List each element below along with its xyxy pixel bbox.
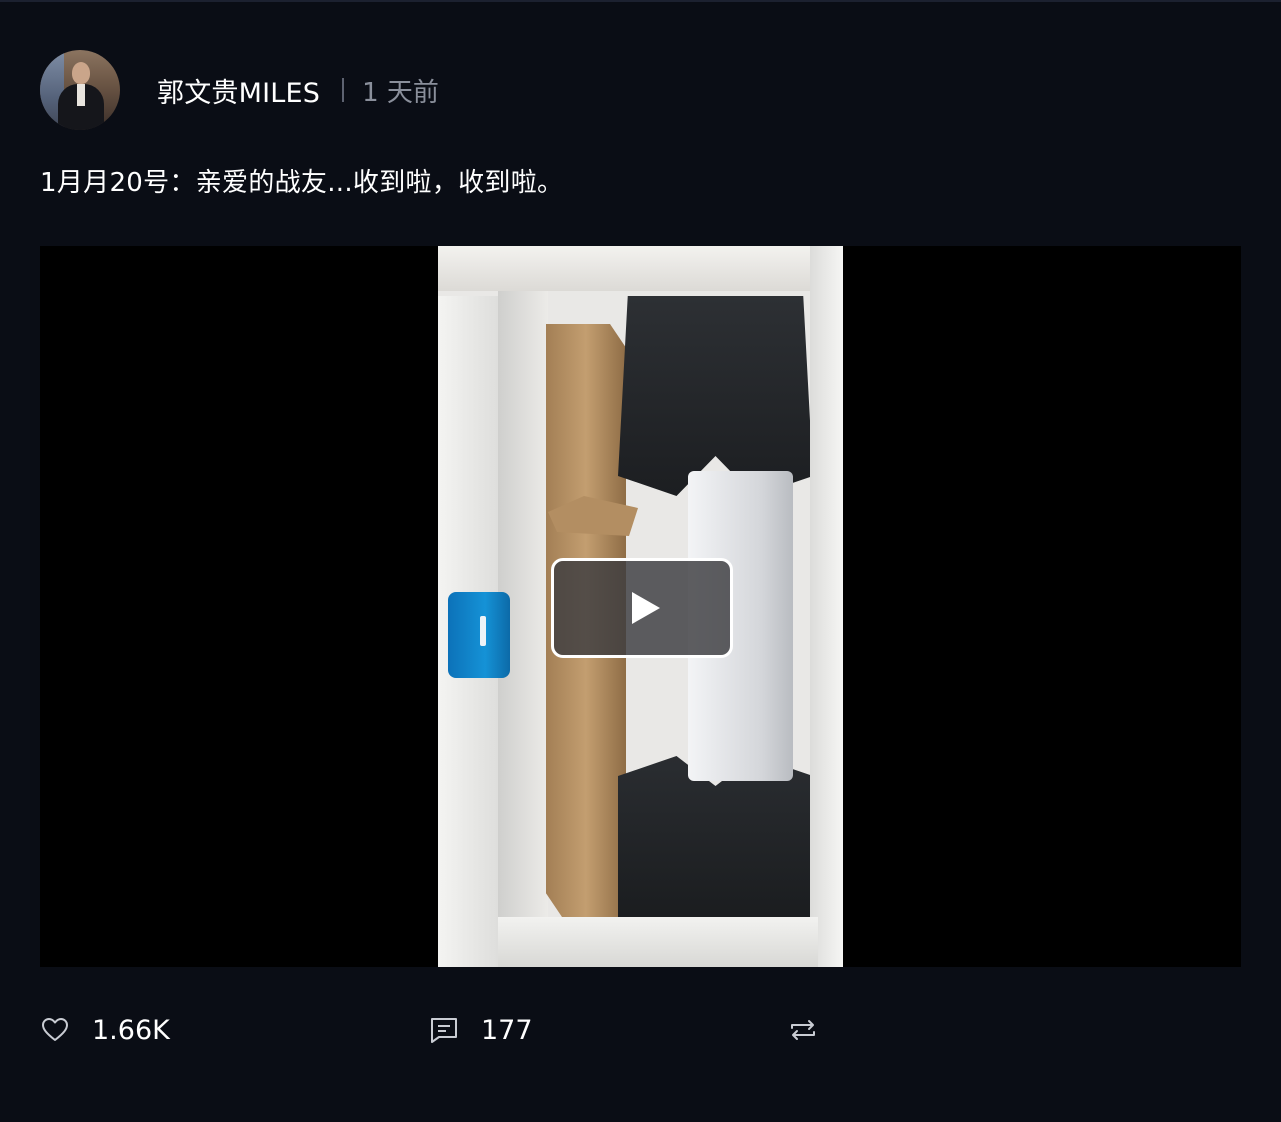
post-actions: 1.66K 177 [40, 1008, 1241, 1052]
packing-tray-top [618, 296, 813, 496]
post-header: 郭文贵MILES 1 天前 [40, 50, 439, 130]
post-text: 1月月20号：亲爱的战友...收到啦，收到啦。 [40, 168, 564, 198]
comment-count: 177 [481, 1014, 533, 1046]
box-outer-wall [810, 246, 843, 967]
like-count: 1.66K [92, 1014, 170, 1046]
avatar-figure-shirt [77, 84, 85, 106]
comment-button[interactable]: 177 [429, 1008, 533, 1052]
box-bottom-flap [498, 917, 818, 967]
post-timestamp: 1 天前 [362, 77, 439, 108]
author-name[interactable]: 郭文贵MILES [157, 71, 320, 110]
comment-icon [431, 1018, 457, 1043]
box-lid-top [438, 246, 843, 291]
video-player[interactable] [40, 246, 1241, 967]
avatar[interactable] [40, 50, 120, 130]
avatar-figure-head [72, 62, 90, 84]
repost-button[interactable] [788, 1008, 818, 1052]
header-separator [342, 78, 345, 102]
heart-icon [42, 1018, 68, 1041]
like-button[interactable]: 1.66K [40, 1008, 170, 1052]
repost-icon [791, 1020, 815, 1040]
box-tab-slot [480, 616, 486, 646]
post-card: 郭文贵MILES 1 天前 1月月20号：亲爱的战友...收到啦，收到啦。 1.… [0, 0, 1281, 1122]
play-icon [632, 592, 660, 624]
play-button[interactable] [551, 558, 733, 658]
box-blue-tab [448, 592, 510, 678]
